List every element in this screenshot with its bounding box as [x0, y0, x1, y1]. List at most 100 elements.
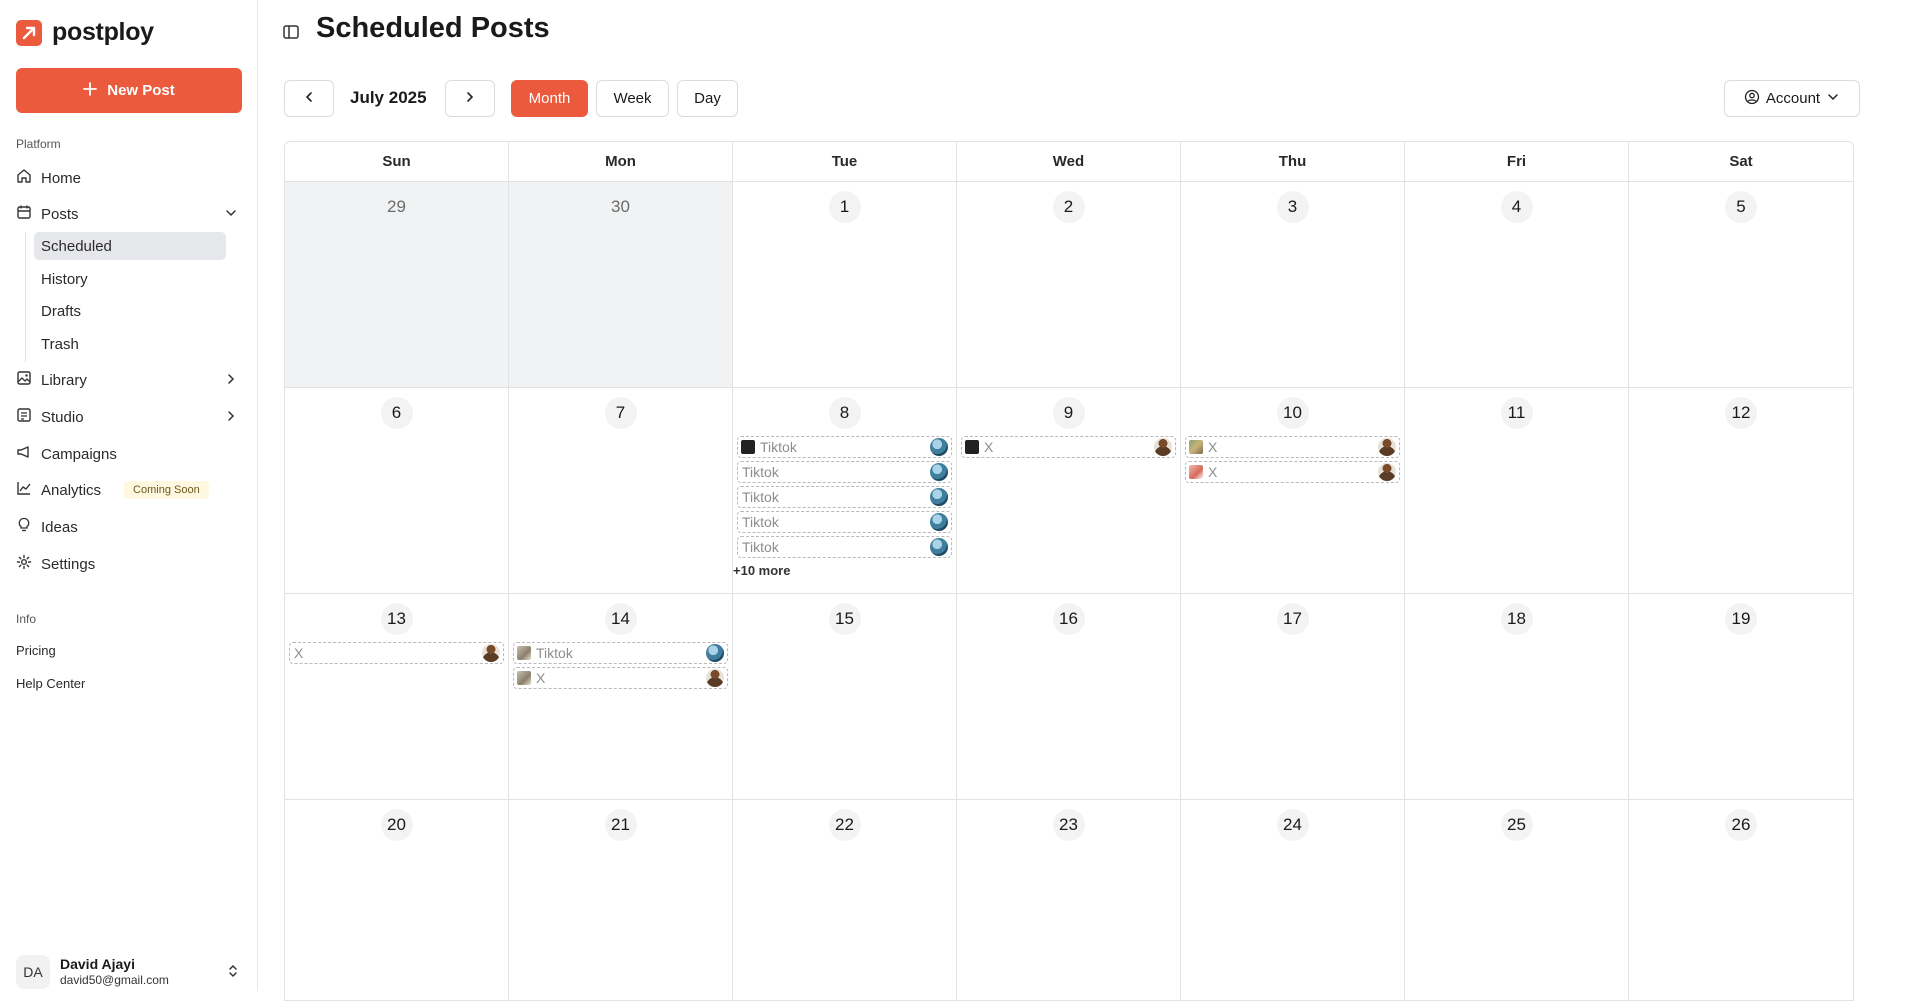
- account-avatar-icon: [1154, 438, 1172, 456]
- view-month-button[interactable]: Month: [511, 80, 588, 117]
- new-post-button[interactable]: New Post: [16, 68, 242, 113]
- sidebar-item-label: Home: [41, 169, 82, 187]
- scheduled-post-chip[interactable]: Tiktok: [737, 536, 952, 558]
- day-number: 11: [1500, 397, 1533, 429]
- next-month-button[interactable]: [445, 80, 495, 117]
- sidebar-subitem-trash[interactable]: Trash: [34, 330, 226, 358]
- sidebar-item-analytics[interactable]: Analytics Coming Soon: [16, 477, 242, 503]
- post-platform-label: X: [1208, 464, 1218, 480]
- day-number: 16: [1052, 603, 1085, 635]
- weekday-label: Tue: [733, 142, 957, 181]
- calendar-day-cell[interactable]: 22: [733, 800, 957, 1000]
- help-center-link[interactable]: Help Center: [16, 676, 85, 691]
- calendar-day-cell[interactable]: 19: [1629, 594, 1853, 800]
- calendar-day-cell[interactable]: 5: [1629, 182, 1853, 388]
- post-platform-label: Tiktok: [742, 489, 779, 505]
- sidebar-toggle-icon[interactable]: [282, 23, 300, 46]
- calendar-day-cell[interactable]: 20: [285, 800, 509, 1000]
- home-icon: [16, 168, 32, 188]
- sidebar-subitem-history[interactable]: History: [34, 265, 226, 293]
- sidebar-item-ideas[interactable]: Ideas: [16, 514, 242, 540]
- calendar-day-cell[interactable]: 11: [1405, 388, 1629, 594]
- scheduled-post-chip[interactable]: X: [289, 642, 504, 664]
- sidebar-subitem-drafts[interactable]: Drafts: [34, 297, 226, 325]
- user-menu[interactable]: DA David Ajayi david50@gmail.com: [16, 955, 242, 989]
- day-number: 3: [1276, 191, 1309, 223]
- studio-icon: [16, 407, 32, 427]
- calendar-day-cell[interactable]: 30: [509, 182, 733, 388]
- account-avatar-icon: [1378, 438, 1396, 456]
- weekday-label: Sun: [285, 142, 509, 181]
- view-week-button[interactable]: Week: [596, 80, 669, 117]
- day-number: 17: [1276, 603, 1309, 635]
- scheduled-post-chip[interactable]: X: [513, 667, 728, 689]
- account-avatar-icon: [930, 463, 948, 481]
- calendar-day-cell[interactable]: 29: [285, 182, 509, 388]
- sidebar-subitem-scheduled[interactable]: Scheduled: [34, 232, 226, 260]
- account-avatar-icon: [482, 644, 500, 662]
- calendar-day-cell[interactable]: 18: [1405, 594, 1629, 800]
- calendar-day-cell[interactable]: 26: [1629, 800, 1853, 1000]
- calendar-day-cell[interactable]: 4: [1405, 182, 1629, 388]
- day-number: 18: [1500, 603, 1533, 635]
- sidebar-item-label: Ideas: [41, 518, 78, 536]
- sidebar-item-campaigns[interactable]: Campaigns: [16, 441, 242, 467]
- user-email: david50@gmail.com: [60, 973, 169, 987]
- calendar-day-cell[interactable]: 23: [957, 800, 1181, 1000]
- lightbulb-icon: [16, 517, 32, 537]
- calendar-day-cell[interactable]: 7: [509, 388, 733, 594]
- calendar-day-cell[interactable]: 2: [957, 182, 1181, 388]
- megaphone-icon: [16, 444, 32, 464]
- post-thumbnail: [965, 440, 979, 454]
- sidebar-item-posts[interactable]: Posts: [16, 201, 242, 227]
- calendar-day-cell[interactable]: 9X: [957, 388, 1181, 594]
- brand-logo[interactable]: postploy: [16, 18, 154, 47]
- calendar-day-cell[interactable]: 14 Tiktok X: [509, 594, 733, 800]
- calendar-day-cell[interactable]: 10 X X: [1181, 388, 1405, 594]
- day-number: 4: [1500, 191, 1533, 223]
- calendar-day-cell[interactable]: 21: [509, 800, 733, 1000]
- calendar-day-cell[interactable]: 13 X: [285, 594, 509, 800]
- sidebar-item-settings[interactable]: Settings: [16, 551, 242, 577]
- post-platform-label: Tiktok: [760, 439, 797, 455]
- post-platform-label: X: [294, 645, 304, 661]
- calendar-day-cell[interactable]: 24: [1181, 800, 1405, 1000]
- calendar-day-cell[interactable]: 3: [1181, 182, 1405, 388]
- chevron-right-icon: [463, 90, 477, 108]
- scheduled-post-chip[interactable]: Tiktok: [737, 461, 952, 483]
- day-number: 2: [1052, 191, 1085, 223]
- account-filter-dropdown[interactable]: Account: [1724, 80, 1860, 117]
- pricing-link[interactable]: Pricing: [16, 643, 56, 658]
- line-chart-icon: [16, 480, 32, 500]
- scheduled-post-chip[interactable]: Tiktok: [513, 642, 728, 664]
- scheduled-post-chip[interactable]: X: [1185, 461, 1400, 483]
- brand-name: postploy: [52, 18, 154, 46]
- day-number: 25: [1500, 809, 1533, 841]
- view-day-button[interactable]: Day: [677, 80, 738, 117]
- calendar-day-cell[interactable]: 1: [733, 182, 957, 388]
- scheduled-post-chip[interactable]: X: [961, 436, 1176, 458]
- calendar-day-cell[interactable]: 6: [285, 388, 509, 594]
- scheduled-post-chip[interactable]: Tiktok: [737, 511, 952, 533]
- info-section-label: Info: [16, 612, 37, 626]
- day-number: 15: [828, 603, 861, 635]
- day-number: 30: [611, 197, 630, 216]
- more-posts-link[interactable]: +10 more: [733, 563, 952, 578]
- sidebar-item-home[interactable]: Home: [16, 165, 242, 191]
- scheduled-post-chip[interactable]: Tiktok: [737, 486, 952, 508]
- scheduled-post-list: X: [961, 436, 1176, 458]
- post-platform-label: X: [1208, 439, 1218, 455]
- calendar-day-cell[interactable]: 12: [1629, 388, 1853, 594]
- day-number: 21: [604, 809, 637, 841]
- sidebar-item-library[interactable]: Library: [16, 367, 242, 393]
- sidebar-item-studio[interactable]: Studio: [16, 404, 242, 430]
- post-platform-label: Tiktok: [742, 539, 779, 555]
- calendar-day-cell[interactable]: 17: [1181, 594, 1405, 800]
- calendar-day-cell[interactable]: 8 Tiktok Tiktok Tiktok Tiktok Tiktok +10 more: [733, 388, 957, 594]
- scheduled-post-chip[interactable]: Tiktok: [737, 436, 952, 458]
- scheduled-post-chip[interactable]: X: [1185, 436, 1400, 458]
- calendar-day-cell[interactable]: 15: [733, 594, 957, 800]
- prev-month-button[interactable]: [284, 80, 334, 117]
- calendar-day-cell[interactable]: 16: [957, 594, 1181, 800]
- calendar-day-cell[interactable]: 25: [1405, 800, 1629, 1000]
